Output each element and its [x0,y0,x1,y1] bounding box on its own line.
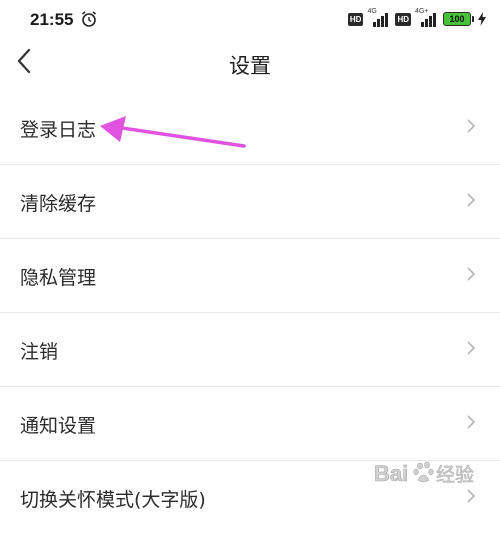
network-type-label-2: 4G+ [415,8,429,15]
svg-text:经验: 经验 [436,464,474,486]
chevron-right-icon [467,267,476,281]
settings-item-clear-cache[interactable]: 清除缓存 [0,165,500,239]
baidu-watermark-logo: Bai 经验 [374,461,475,487]
battery-level: 100 [449,14,465,24]
cellular-signal-icon: 4G [367,8,391,27]
chevron-right-icon [467,193,476,207]
settings-item-login-log[interactable]: 登录日志 [0,91,500,165]
page-title: 设置 [229,54,271,78]
hd-badge-2: HD [395,12,411,26]
settings-item-label: 清除缓存 [20,193,97,215]
settings-item-label: 登录日志 [20,119,97,141]
status-icons: HD 4G HD 4G+ 100 [347,8,486,27]
cellular-signal-icon-2: 4G+ [415,8,439,27]
battery-icon: 100 [443,12,474,26]
settings-item-notifications[interactable]: 通知设置 [0,387,500,461]
hd-badge: HD [347,12,364,26]
app-header: 设置 [0,42,500,86]
settings-item-label: 隐私管理 [20,267,97,289]
settings-item-privacy[interactable]: 隐私管理 [0,239,500,313]
network-type-label: 4G [367,8,377,15]
chevron-right-icon [467,341,476,355]
chevron-right-icon [467,489,476,503]
settings-item-label: 注销 [20,341,59,363]
chevron-right-icon [467,415,476,429]
settings-item-label: 通知设置 [20,415,97,437]
settings-item-logout[interactable]: 注销 [0,313,500,387]
charging-bolt-icon [478,12,486,26]
svg-text:Bai: Bai [374,461,408,486]
alarm-clock-icon [82,11,96,27]
status-bar: 21:55 HD 4G HD 4G+ 100 [0,0,500,42]
settings-item-label: 切换关怀模式(大字版) [20,489,206,511]
chevron-right-icon [467,119,476,133]
status-time: 21:55 [30,10,74,29]
